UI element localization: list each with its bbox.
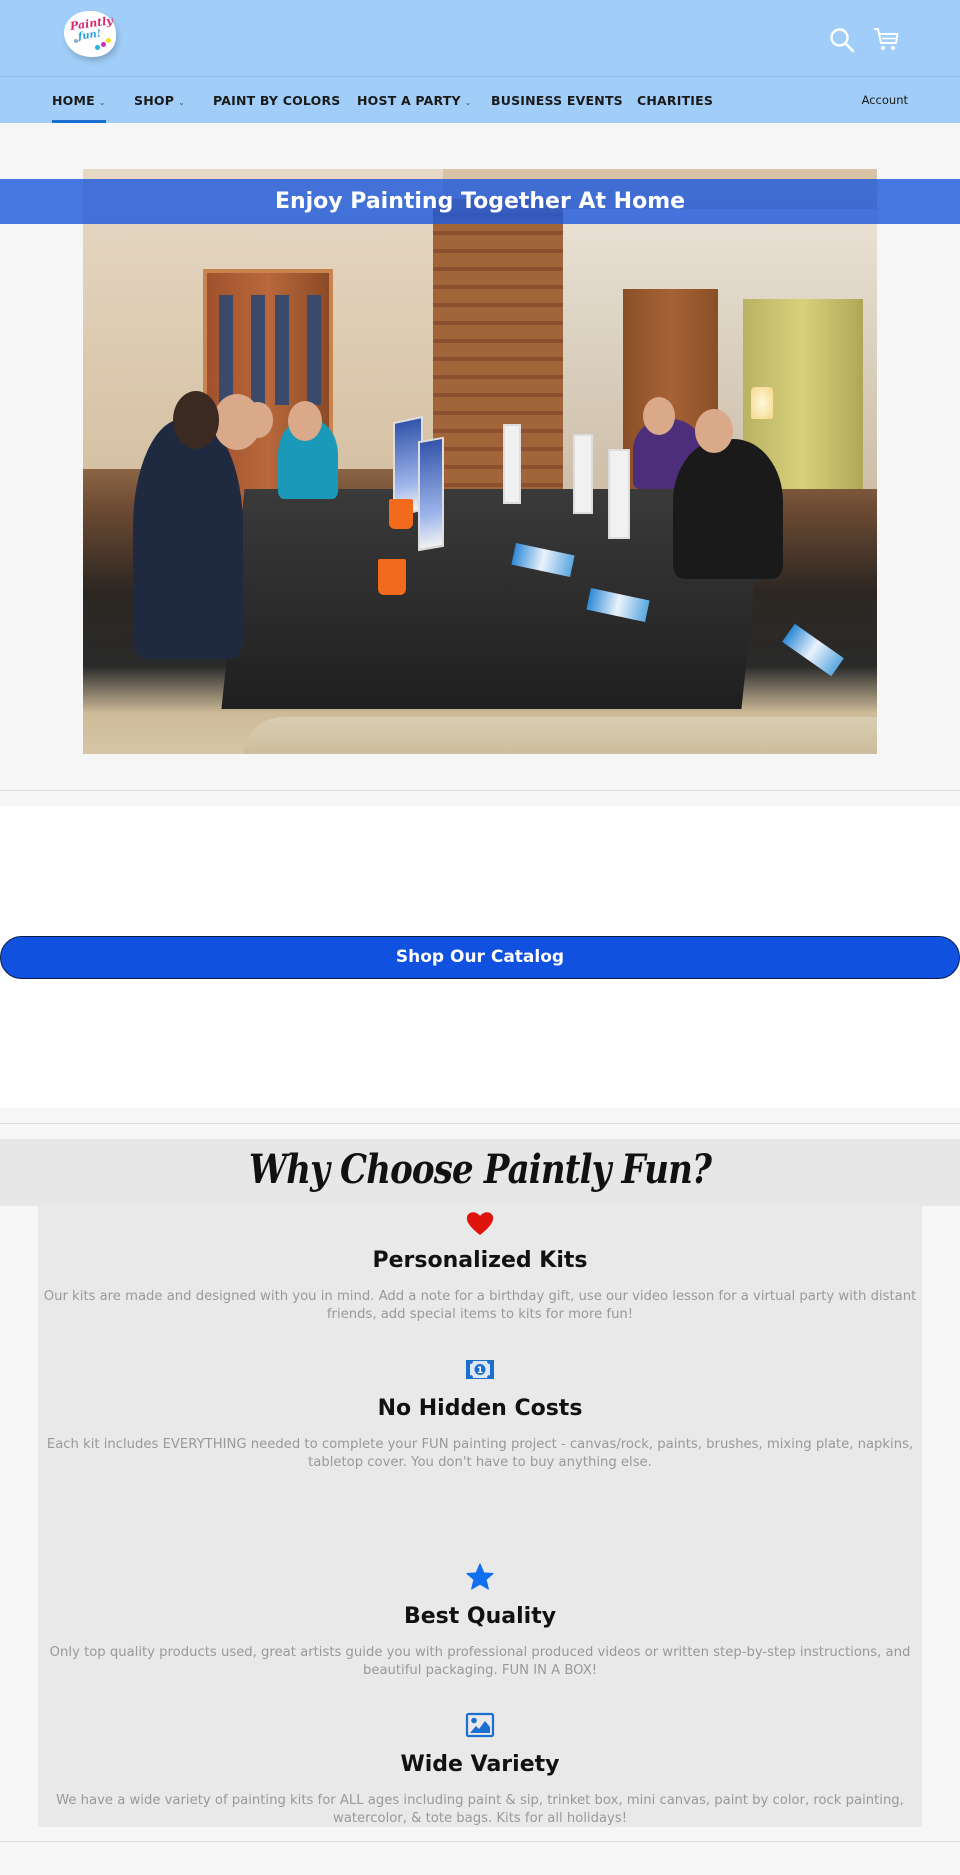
section-divider	[0, 1123, 960, 1124]
photo-person	[133, 419, 243, 659]
main-nav: HOME ⌄ SHOP ⌄ PAINT BY COLORS HOST A PARTY…	[0, 78, 960, 123]
chevron-down-icon: ⌄	[178, 98, 185, 107]
star-icon	[466, 1563, 494, 1590]
shop-catalog-button[interactable]: Shop Our Catalog	[0, 936, 960, 979]
image-icon	[465, 1712, 495, 1738]
nav-item-label: SHOP	[134, 93, 175, 108]
svg-text:1: 1	[477, 1366, 483, 1376]
logo-text-line2: fun!	[77, 28, 102, 43]
nav-item-label: HOME	[52, 93, 95, 108]
why-choose-header: Why Choose Paintly Fun?	[0, 1139, 960, 1206]
photo-cup	[378, 559, 406, 595]
why-choose-title: Why Choose Paintly Fun?	[248, 1146, 712, 1193]
feature-description: We have a wide variety of painting kits …	[56, 1793, 904, 1826]
heart-icon	[466, 1212, 494, 1235]
photo-person	[673, 439, 783, 579]
feature-title: Wide Variety	[400, 1752, 560, 1777]
logo-paint-dot	[74, 39, 78, 43]
photo-canvas	[418, 436, 444, 552]
nav-item-label: BUSINESS EVENTS	[491, 93, 623, 108]
photo-cup	[389, 499, 413, 529]
search-icon	[830, 28, 855, 53]
photo-instruction-sheet	[782, 623, 844, 677]
catalog-section: Shop Our Catalog	[0, 806, 960, 1108]
nav-item-label: PAINT BY COLORS	[213, 93, 341, 108]
feature-description: Our kits are made and designed with you …	[43, 1289, 917, 1322]
features-section: Personalized Kits Our kits are made and …	[38, 1206, 922, 1827]
nav-item-label: CHARITIES	[637, 93, 714, 108]
photo-person-hair	[173, 391, 219, 449]
logo[interactable]: Paintly fun!	[64, 11, 116, 57]
feature-description: Each kit includes EVERYTHING needed to c…	[46, 1437, 914, 1470]
nav-item-label: HOST A PARTY	[357, 93, 461, 108]
nav-item-host-a-party[interactable]: HOST A PARTY ⌄	[357, 78, 472, 123]
photo-canvas	[503, 424, 521, 504]
feature-title: No Hidden Costs	[377, 1396, 583, 1421]
nav-item-home[interactable]: HOME ⌄	[52, 78, 106, 123]
nav-item-paint-by-colors[interactable]: PAINT BY COLORS	[213, 78, 341, 123]
header-top-bar: Paintly fun!	[0, 0, 960, 77]
chevron-down-icon: ⌄	[98, 98, 106, 107]
photo-person-head	[695, 409, 733, 453]
feature-description: Only top quality products used, great ar…	[49, 1645, 911, 1678]
money-bill-icon: 1	[466, 1360, 494, 1379]
feature-title: Best Quality	[403, 1604, 557, 1629]
nav-item-business-events[interactable]: BUSINESS EVENTS	[491, 78, 623, 123]
hero-section: Enjoy Painting Together At Home	[0, 123, 960, 791]
site-header: Paintly fun! HOME ⌄ SHOP ⌄ PAINT BY COLO…	[0, 0, 960, 123]
cart-button[interactable]	[872, 26, 900, 54]
photo-canvas	[573, 434, 593, 514]
photo-person-head	[288, 401, 322, 441]
photo-sofa	[243, 717, 877, 754]
nav-item-shop[interactable]: SHOP ⌄	[134, 78, 185, 123]
account-link[interactable]: Account	[862, 78, 908, 123]
feature-title: Personalized Kits	[372, 1248, 588, 1273]
hero-image	[83, 169, 877, 754]
photo-person-head	[643, 397, 675, 435]
chevron-down-icon: ⌄	[464, 98, 472, 107]
logo-paint-dot	[95, 45, 100, 50]
cart-icon	[874, 28, 899, 50]
photo-canvas	[608, 449, 630, 539]
search-button[interactable]	[828, 26, 856, 54]
photo-stairs	[433, 199, 563, 499]
nav-item-charities[interactable]: CHARITIES	[637, 78, 713, 123]
hero-banner: Enjoy Painting Together At Home	[0, 179, 960, 224]
photo-lamp	[751, 387, 773, 419]
logo-paint-dot	[101, 42, 106, 47]
photo-person-head	[243, 402, 273, 438]
logo-paint-dot	[106, 38, 111, 43]
section-divider	[0, 1841, 960, 1842]
